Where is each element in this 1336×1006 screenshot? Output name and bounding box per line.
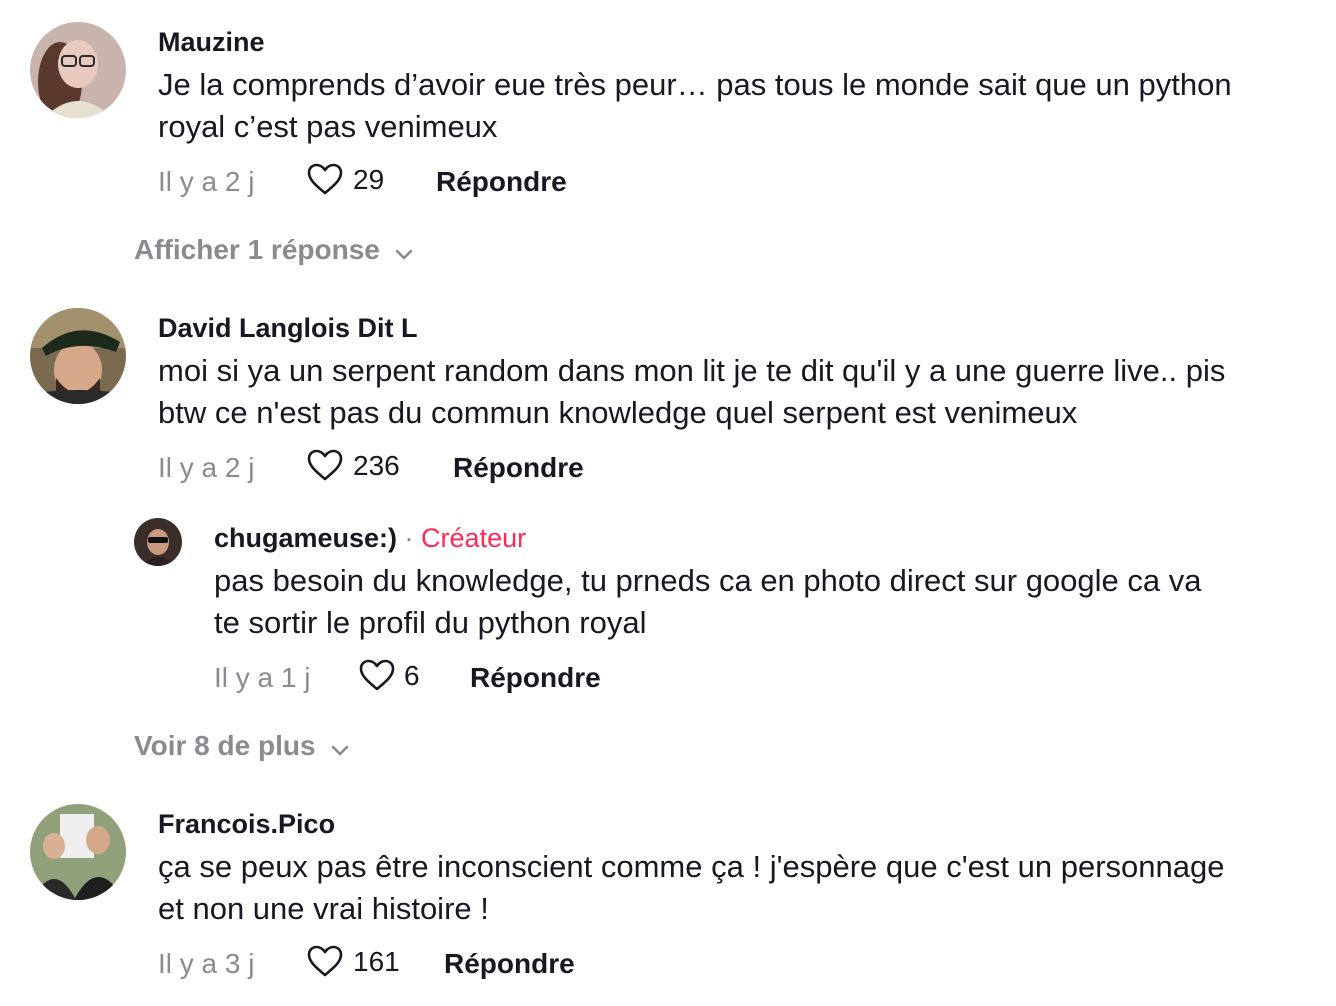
like-count: 236 bbox=[353, 450, 400, 481]
comment-timestamp: Il y a 2 j bbox=[158, 166, 255, 197]
comment-text-line: pas besoin du knowledge, tu prneds ca en… bbox=[214, 563, 1202, 598]
comment-text: moi si ya un serpent random dans mon lit… bbox=[158, 350, 1318, 434]
heart-outline-icon[interactable] bbox=[306, 448, 344, 487]
reply-username-line: chugameuse:) · Créateur bbox=[214, 522, 526, 554]
reply-button[interactable]: Répondre bbox=[470, 661, 601, 695]
heart-outline-icon[interactable] bbox=[306, 162, 344, 201]
heart-outline-icon[interactable] bbox=[306, 944, 344, 983]
show-replies-button[interactable]: Afficher 1 réponse bbox=[134, 233, 414, 269]
show-replies-label: Afficher 1 réponse bbox=[134, 234, 380, 265]
comment-text-line: Je la comprends d’avoir eue très peur… p… bbox=[158, 67, 1232, 102]
comment-text-line: btw ce n'est pas du commun knowledge que… bbox=[158, 395, 1078, 430]
view-more-label: Voir 8 de plus bbox=[134, 730, 316, 761]
reply-username[interactable]: chugameuse:) bbox=[214, 523, 397, 553]
avatar-mauzine[interactable] bbox=[30, 22, 126, 118]
avatar-francois-pico[interactable] bbox=[30, 804, 126, 900]
avatar-david-langlois[interactable] bbox=[30, 308, 126, 404]
comment-text-line: et non une vrai histoire ! bbox=[158, 891, 489, 926]
like-count: 6 bbox=[404, 660, 420, 691]
comment-username[interactable]: David Langlois Dit L bbox=[158, 312, 418, 344]
reply-timestamp: Il y a 1 j bbox=[214, 662, 311, 693]
chevron-down-icon bbox=[330, 731, 350, 765]
view-more-replies-button[interactable]: Voir 8 de plus bbox=[134, 729, 350, 765]
comment-timestamp: Il y a 3 j bbox=[158, 948, 255, 979]
comment-text-line: ça se peux pas être inconscient comme ça… bbox=[158, 849, 1225, 884]
avatar-chugameuse[interactable] bbox=[134, 518, 182, 566]
reply-button[interactable]: Répondre bbox=[453, 451, 584, 485]
creator-badge: Créateur bbox=[421, 523, 527, 553]
comment-text-line: moi si ya un serpent random dans mon lit… bbox=[158, 353, 1226, 388]
comment-timestamp: Il y a 2 j bbox=[158, 452, 255, 483]
comment-username[interactable]: Mauzine bbox=[158, 26, 265, 58]
creator-separator: · bbox=[397, 523, 422, 553]
like-count: 161 bbox=[353, 946, 400, 977]
comment-text: Je la comprends d’avoir eue très peur… p… bbox=[158, 64, 1318, 148]
chevron-down-icon bbox=[394, 235, 414, 269]
comment-text-line: royal c’est pas venimeux bbox=[158, 109, 498, 144]
like-count: 29 bbox=[353, 164, 385, 195]
reply-button[interactable]: Répondre bbox=[436, 165, 567, 199]
comment-text-line: te sortir le profil du python royal bbox=[214, 605, 647, 640]
heart-outline-icon[interactable] bbox=[358, 658, 396, 697]
comment-text: ça se peux pas être inconscient comme ça… bbox=[158, 846, 1318, 930]
comment-username[interactable]: Francois.Pico bbox=[158, 808, 335, 840]
reply-text: pas besoin du knowledge, tu prneds ca en… bbox=[214, 560, 1314, 644]
reply-button[interactable]: Répondre bbox=[444, 947, 575, 981]
